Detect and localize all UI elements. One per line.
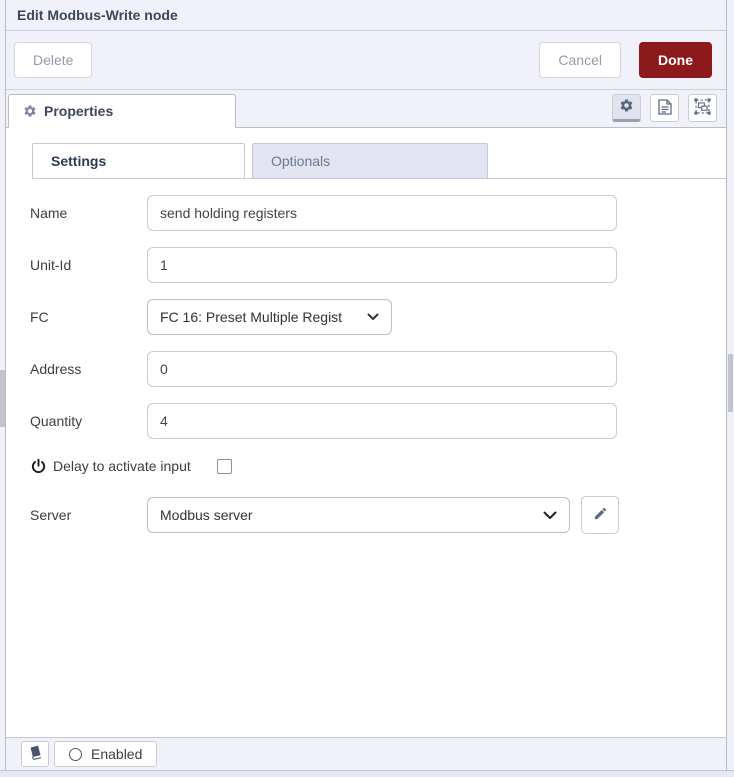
fc-label: FC xyxy=(30,309,147,325)
dialog-title: Edit Modbus-Write node xyxy=(17,7,178,23)
dialog-button-bar: Delete Cancel Done xyxy=(6,31,726,90)
unit-id-label: Unit-Id xyxy=(30,257,147,273)
fc-select[interactable]: FC 16: Preset Multiple Regist xyxy=(147,299,392,335)
description-icon-button[interactable] xyxy=(650,94,679,122)
form-row-unit-id: Unit-Id xyxy=(30,247,726,283)
editor-tabbar: Properties xyxy=(6,90,726,128)
form-row-fc: FC FC 16: Preset Multiple Regist xyxy=(30,299,726,335)
bottom-strip xyxy=(0,770,734,777)
address-label: Address xyxy=(30,361,147,377)
name-label: Name xyxy=(30,205,147,221)
right-scrollbar-track[interactable] xyxy=(727,0,734,770)
form-row-address: Address xyxy=(30,351,726,387)
name-input[interactable] xyxy=(147,195,617,231)
tab-optionals[interactable]: Optionals xyxy=(252,143,488,178)
quantity-input[interactable] xyxy=(147,403,617,439)
delete-button[interactable]: Delete xyxy=(14,42,92,78)
editor-tab-icon-buttons xyxy=(612,94,726,127)
unit-id-input[interactable] xyxy=(147,247,617,283)
node-properties-form: Settings Optionals Name Unit-Id FC FC 16… xyxy=(6,128,726,533)
server-label: Server xyxy=(30,507,147,523)
edit-node-dialog: Edit Modbus-Write node Delete Cancel Don… xyxy=(5,0,727,770)
delay-checkbox[interactable] xyxy=(217,459,232,474)
quantity-label: Quantity xyxy=(30,413,147,429)
form-row-server: Server Modbus server xyxy=(30,497,726,533)
server-select[interactable]: Modbus server xyxy=(147,497,570,533)
form-row-name: Name xyxy=(30,195,726,231)
dialog-title-bar: Edit Modbus-Write node xyxy=(6,0,726,31)
tab-settings-label: Settings xyxy=(51,153,106,169)
properties-icon-button[interactable] xyxy=(612,94,641,122)
server-select-value: Modbus server xyxy=(160,507,253,523)
circle-icon xyxy=(69,748,82,761)
enabled-label: Enabled xyxy=(91,746,142,762)
gear-icon xyxy=(619,98,634,116)
tab-properties[interactable]: Properties xyxy=(8,94,236,128)
dialog-footer: Enabled xyxy=(6,737,726,770)
book-icon xyxy=(28,745,43,763)
edit-server-button[interactable] xyxy=(581,496,619,534)
tab-properties-label: Properties xyxy=(44,103,113,119)
cancel-button[interactable]: Cancel xyxy=(539,42,621,78)
node-enabled-toggle[interactable]: Enabled xyxy=(54,741,157,767)
address-input[interactable] xyxy=(147,351,617,387)
form-row-quantity: Quantity xyxy=(30,403,726,439)
document-icon xyxy=(658,99,672,118)
chevron-down-icon xyxy=(543,511,557,520)
chevron-down-icon xyxy=(367,313,379,321)
settings-tabbar: Settings Optionals xyxy=(32,143,726,179)
pencil-icon xyxy=(593,506,608,524)
delay-label: Delay to activate input xyxy=(53,458,191,474)
done-button[interactable]: Done xyxy=(639,42,712,78)
gear-icon xyxy=(23,104,37,118)
node-help-button[interactable] xyxy=(21,741,49,767)
right-scrollbar-thumb[interactable] xyxy=(728,354,733,412)
object-group-icon xyxy=(694,98,711,118)
form-row-delay: Delay to activate input xyxy=(30,455,726,477)
fc-select-value: FC 16: Preset Multiple Regist xyxy=(160,309,342,325)
tab-settings[interactable]: Settings xyxy=(32,143,245,178)
tab-optionals-label: Optionals xyxy=(271,153,330,169)
power-icon xyxy=(30,458,47,475)
appearance-icon-button[interactable] xyxy=(688,94,717,122)
